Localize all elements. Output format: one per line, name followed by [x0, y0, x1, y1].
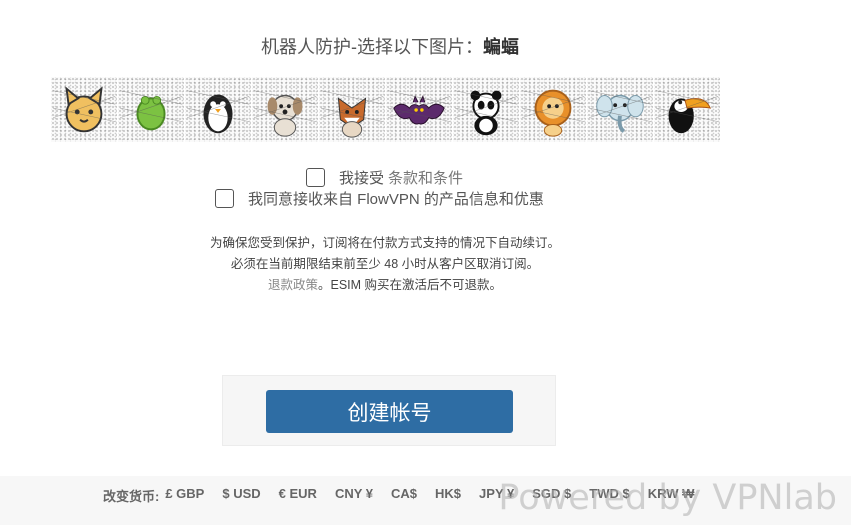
toucan-icon: [656, 89, 718, 133]
marketing-agreement-row: 我同意接收来自 FlowVPN 的产品信息和优惠: [215, 188, 544, 209]
captcha-image-fox[interactable]: [319, 77, 385, 142]
elephant-icon: [589, 89, 651, 133]
frog-icon: [120, 89, 182, 130]
bat-icon: [388, 89, 450, 124]
currency-label: 改变货币:: [103, 489, 160, 504]
cat-icon: [53, 85, 115, 132]
captcha-target: 蝙蝠: [483, 37, 519, 57]
currency-option[interactable]: £ GBP: [165, 486, 204, 505]
marketing-checkbox[interactable]: [215, 189, 234, 208]
currency-option[interactable]: HK$: [435, 486, 461, 505]
marketing-label: 我同意接收来自 FlowVPN 的产品信息和优惠: [248, 191, 544, 208]
captcha-prompt: 机器人防护-选择以下图片：: [261, 37, 483, 57]
penguin-icon: [187, 89, 249, 133]
panda-icon: [455, 89, 517, 135]
terms-checkbox[interactable]: [306, 168, 325, 187]
notice-line-2: 必须在当前期限结束前至少 48 小时从客户区取消订阅。: [230, 257, 540, 271]
captcha-title: 机器人防护-选择以下图片：蝙蝠: [0, 33, 780, 59]
currency-option[interactable]: $ USD: [222, 486, 260, 505]
captcha-image-panda[interactable]: [453, 77, 519, 142]
fox-icon: [321, 89, 383, 138]
captcha-image-lion[interactable]: [520, 77, 586, 142]
notice-line-1: 为确保您受到保护，订阅将在付款方式支持的情况下自动续订。: [209, 236, 560, 250]
terms-link[interactable]: 条款和条件: [388, 170, 463, 187]
create-account-button[interactable]: 创建帐号: [266, 390, 513, 433]
powered-by-watermark: Powered by VPNlab: [498, 478, 837, 518]
captcha-image-cat[interactable]: [51, 77, 117, 142]
terms-label: 我接受 条款和条件: [339, 167, 463, 188]
lion-icon: [522, 89, 584, 137]
captcha-image-grid: [51, 77, 720, 142]
captcha-image-elephant[interactable]: [587, 77, 653, 142]
currency-option[interactable]: € EUR: [279, 486, 317, 505]
captcha-image-dog[interactable]: [252, 77, 318, 142]
notice-line-3: 退款政策。ESIM 购买在激活后不可退款。: [0, 275, 770, 296]
dog-icon: [254, 89, 316, 137]
renewal-notice: 为确保您受到保护，订阅将在付款方式支持的情况下自动续订。 必须在当前期限结束前至…: [0, 233, 770, 296]
submit-panel: 创建帐号: [222, 375, 556, 446]
captcha-image-toucan[interactable]: [654, 77, 720, 142]
terms-prefix: 我接受: [339, 170, 385, 187]
notice-line-3-text: 。ESIM 购买在激活后不可退款。: [317, 278, 503, 292]
captcha-image-bat[interactable]: [386, 77, 452, 142]
currency-option[interactable]: CA$: [391, 486, 417, 505]
terms-agreement-row: 我接受 条款和条件: [306, 167, 463, 188]
footer: 改变货币: £ GBP $ USD € EUR CNY ¥ CA$ HK$ JPY ¥ SGD…: [0, 476, 851, 525]
refund-policy-link[interactable]: 退款政策: [268, 278, 318, 292]
currency-option[interactable]: CNY ¥: [335, 486, 373, 505]
captcha-image-frog[interactable]: [118, 77, 184, 142]
captcha-image-penguin[interactable]: [185, 77, 251, 142]
